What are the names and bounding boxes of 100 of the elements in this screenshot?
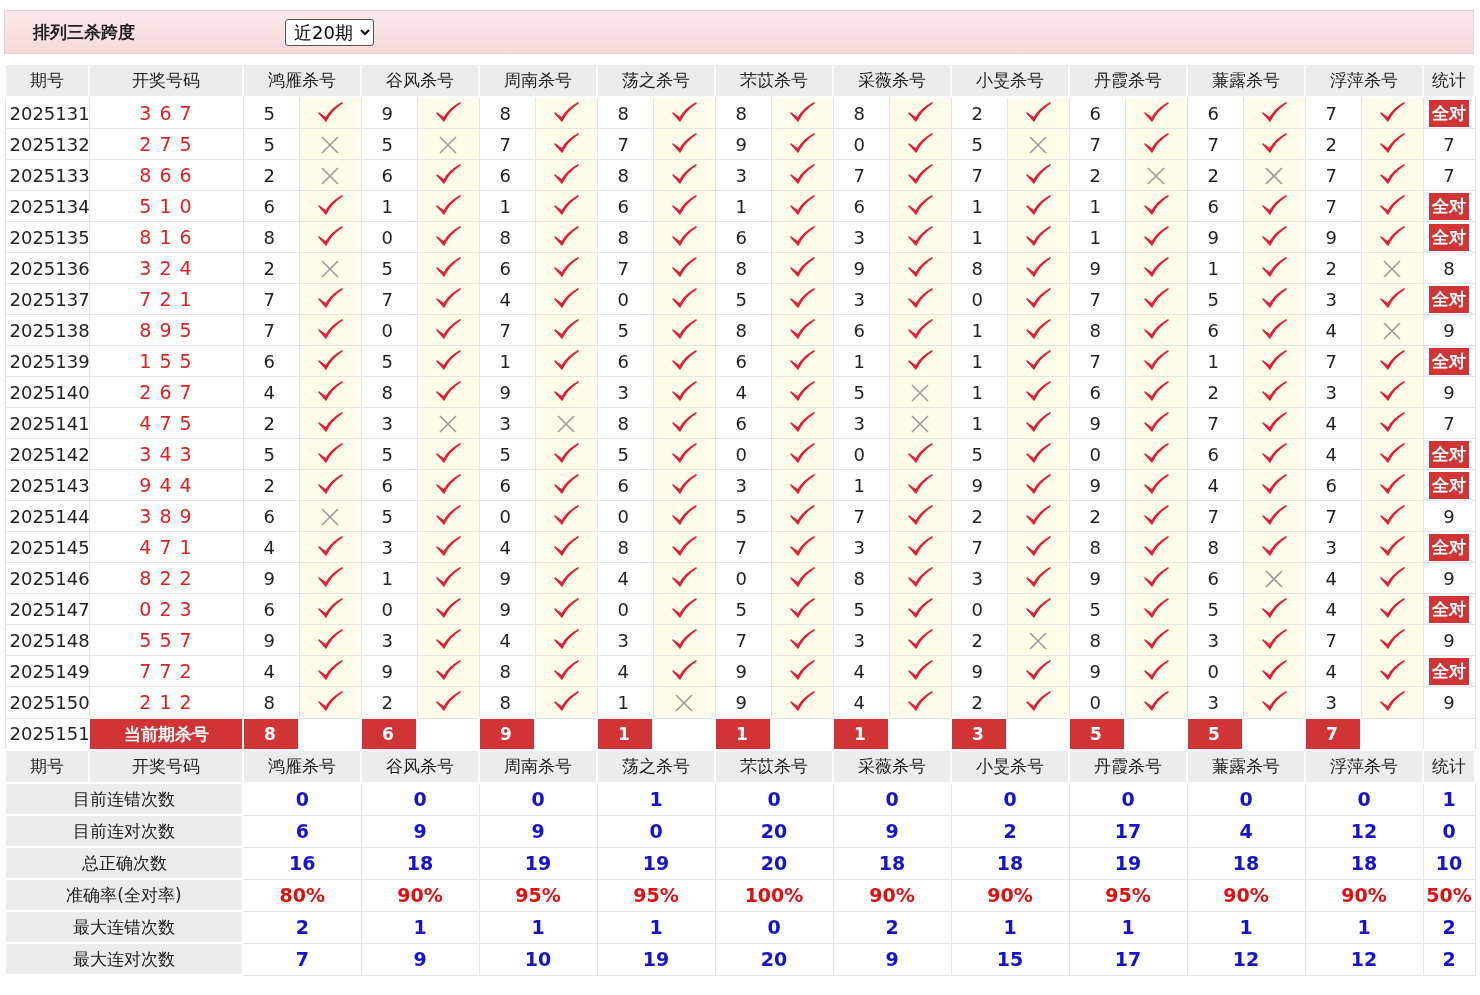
draw-numbers-cell: 3 2 4: [89, 252, 243, 284]
stat-value: 18: [1187, 847, 1305, 879]
period-cell: 2025149: [5, 655, 89, 687]
stat-value: 1: [361, 911, 479, 943]
stat-value: 1: [597, 783, 715, 815]
all-correct-badge: 全对: [1429, 285, 1469, 313]
kill-number-cell: 3: [1187, 686, 1243, 718]
all-correct-badge: 全对: [1429, 347, 1469, 375]
stat-value: 1: [951, 911, 1069, 943]
draw-numbers-cell: 3 8 9: [89, 500, 243, 532]
period-cell: 2025145: [5, 531, 89, 563]
kill-number-cell: 5: [361, 438, 417, 470]
column-header: 蒹露杀号: [1187, 64, 1305, 97]
stat-value: 19: [1069, 847, 1187, 879]
draw-numbers-cell: 2 1 2: [89, 686, 243, 718]
kill-number-cell: 8: [597, 531, 653, 563]
stat-value: 9: [361, 943, 479, 975]
current-kill-number: 6: [361, 718, 417, 750]
kill-number-cell: 4: [1305, 438, 1361, 470]
kill-number-cell: 8: [833, 97, 889, 129]
kill-number-cell: 7: [479, 314, 535, 346]
stat-value: 1: [597, 911, 715, 943]
stat-value: 95%: [597, 879, 715, 911]
current-kill-label: 当前期杀号: [89, 718, 243, 750]
kill-number-cell: 0: [597, 500, 653, 532]
column-header: 小旻杀号: [951, 750, 1069, 783]
kill-number-cell: 5: [243, 128, 299, 160]
kill-number-cell: 8: [479, 97, 535, 129]
stat-value: 0: [243, 783, 361, 815]
stat-value: 90%: [833, 879, 951, 911]
kill-number-cell: 5: [715, 283, 771, 315]
kill-number-cell: 0: [597, 593, 653, 625]
column-header: 荡之杀号: [597, 750, 715, 783]
period-cell: 2025150: [5, 686, 89, 718]
current-kill-number: 3: [951, 718, 1007, 750]
stat-value: 0: [479, 783, 597, 815]
stat-label: 准确率(全对率): [5, 879, 243, 911]
period-cell: 2025146: [5, 562, 89, 594]
kill-number-cell: 7: [715, 531, 771, 563]
stat-value: 0: [951, 783, 1069, 815]
stat-value: 1: [479, 911, 597, 943]
kill-number-cell: 8: [243, 221, 299, 253]
stat-value: 20: [715, 847, 833, 879]
period-cell: 2025144: [5, 500, 89, 532]
kill-number-cell: 8: [715, 252, 771, 284]
kill-number-cell: 4: [597, 655, 653, 687]
kill-number-cell: 0: [361, 221, 417, 253]
kill-number-cell: 9: [479, 593, 535, 625]
kill-number-cell: 2: [951, 97, 1007, 129]
stat-value: 0: [361, 783, 479, 815]
draw-numbers-cell: 5 1 0: [89, 190, 243, 222]
column-header: 期号: [5, 64, 89, 97]
stat-value: 19: [597, 847, 715, 879]
stat-value: 1: [1069, 911, 1187, 943]
draw-numbers-cell: 3 6 7: [89, 97, 243, 129]
kill-number-cell: 3: [833, 407, 889, 439]
kill-number-cell: 6: [833, 314, 889, 346]
kill-number-cell: 0: [1187, 655, 1243, 687]
kill-number-cell: 9: [715, 655, 771, 687]
draw-numbers-cell: 5 5 7: [89, 624, 243, 656]
kill-number-cell: 6: [1187, 97, 1243, 129]
kill-number-cell: 7: [1069, 128, 1125, 160]
kill-number-cell: 8: [715, 97, 771, 129]
kill-number-cell: 3: [1305, 376, 1361, 408]
all-correct-badge: 全对: [1429, 223, 1469, 251]
kill-number-cell: 2: [361, 686, 417, 718]
kill-number-cell: 0: [715, 562, 771, 594]
kill-number-cell: 9: [951, 469, 1007, 501]
stat-value: 20: [715, 943, 833, 975]
period-cell: 2025135: [5, 221, 89, 253]
kill-number-cell: 3: [833, 221, 889, 253]
count-text: 9: [1443, 381, 1455, 403]
column-header: 浮萍杀号: [1305, 750, 1423, 783]
column-header: 浮萍杀号: [1305, 64, 1423, 97]
kill-number-cell: 8: [1069, 624, 1125, 656]
period-cell: 2025138: [5, 314, 89, 346]
kill-number-cell: 5: [951, 128, 1007, 160]
kill-number-cell: 4: [597, 562, 653, 594]
kill-number-cell: 0: [833, 438, 889, 470]
stat-value: 90%: [1187, 879, 1305, 911]
kill-number-cell: 8: [479, 686, 535, 718]
stat-value: 1: [1187, 911, 1305, 943]
period-cell: 2025143: [5, 469, 89, 501]
stat-value: 12: [1305, 815, 1423, 847]
kill-number-cell: 1: [951, 314, 1007, 346]
kill-number-cell: 1: [833, 345, 889, 377]
kill-number-cell: 3: [833, 531, 889, 563]
kill-number-cell: 4: [1305, 562, 1361, 594]
column-header: 开奖号码: [89, 750, 243, 783]
range-select[interactable]: 近20期: [285, 18, 374, 46]
kill-number-cell: 1: [1187, 252, 1243, 284]
period-cell: 2025137: [5, 283, 89, 315]
column-header: 丹霞杀号: [1069, 64, 1187, 97]
kill-number-cell: 1: [951, 376, 1007, 408]
period-cell: 2025133: [5, 159, 89, 191]
draw-numbers-cell: 4 7 5: [89, 407, 243, 439]
all-correct-badge: 全对: [1429, 595, 1469, 623]
kill-number-cell: 9: [1069, 407, 1125, 439]
kill-number-cell: 6: [243, 593, 299, 625]
kill-number-cell: 4: [1305, 593, 1361, 625]
